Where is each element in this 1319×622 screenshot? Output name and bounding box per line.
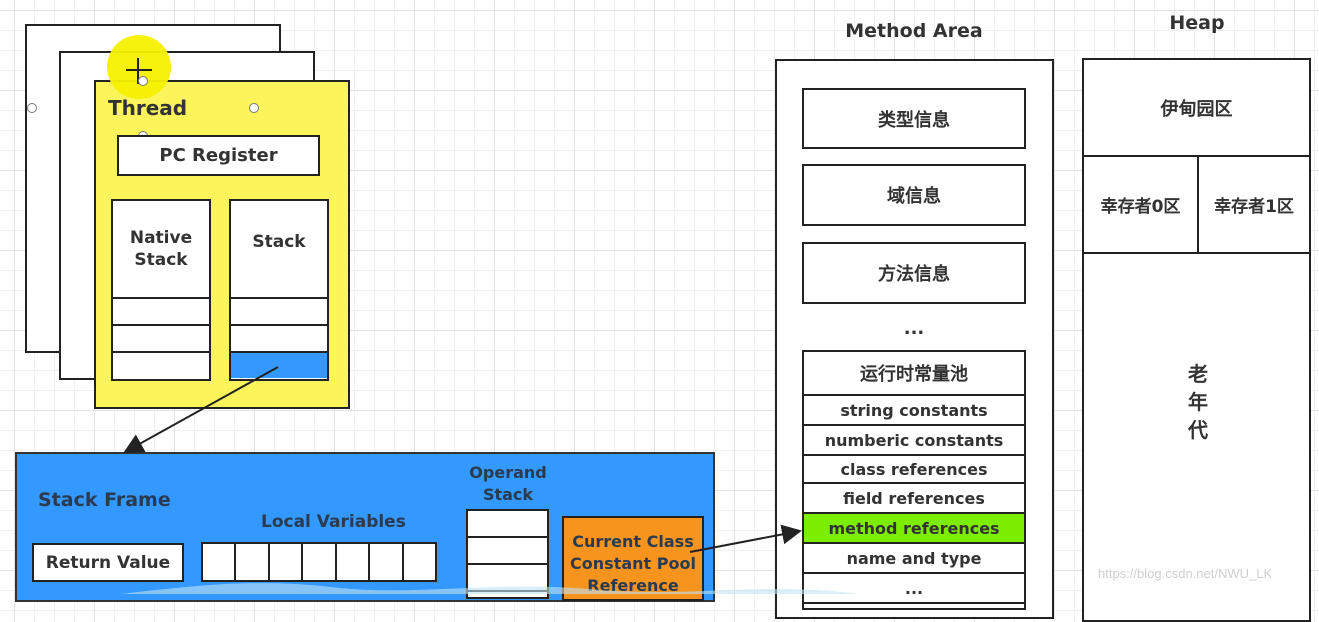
- watermark: https://blog.csdn.net/NWU_LK: [1098, 566, 1273, 581]
- connector-arrows: [120, 366, 860, 594]
- arrow-ccp-to-method-ref: [689, 524, 802, 553]
- arrow-stack-to-frame: [123, 366, 279, 453]
- decorative-wave: [120, 583, 860, 594]
